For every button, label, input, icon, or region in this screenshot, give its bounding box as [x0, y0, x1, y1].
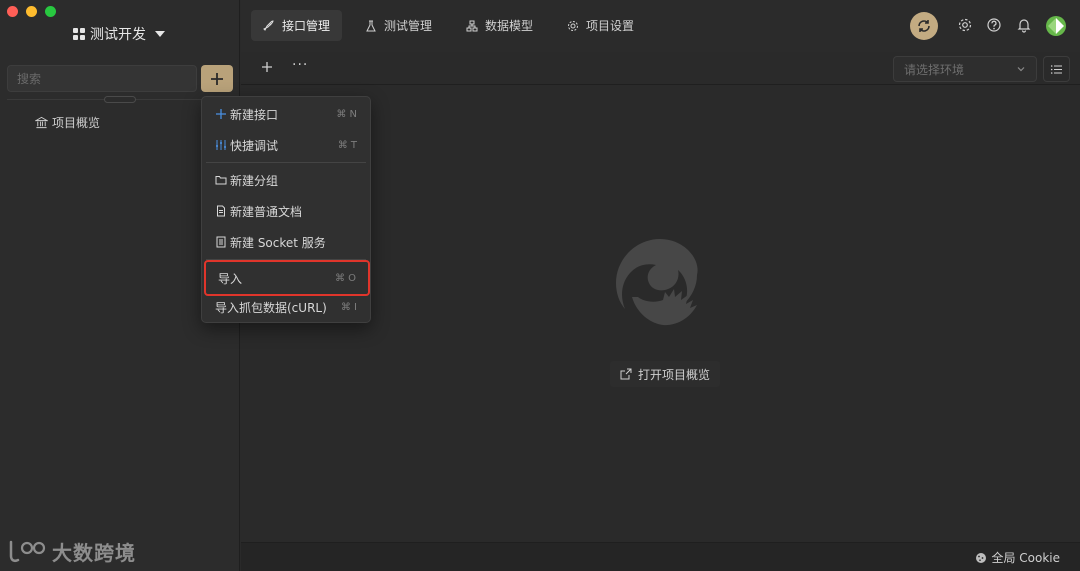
more-options-button[interactable]: ···	[292, 57, 308, 73]
resize-handle[interactable]	[104, 96, 136, 103]
environment-select[interactable]: 请选择环境	[893, 56, 1037, 82]
global-cookie-label: 全局 Cookie	[991, 551, 1060, 565]
minimize-window-button[interactable]	[26, 6, 37, 17]
plus-icon	[211, 72, 223, 85]
menu-item-new-group[interactable]: 新建分组	[206, 166, 366, 194]
tab-data-model[interactable]: 数据模型	[454, 10, 545, 41]
project-name: 测试开发	[90, 27, 146, 43]
menu-item-import[interactable]: 导入 ⌘ O	[204, 260, 370, 296]
app-logo-icon	[616, 239, 698, 326]
menu-item-new-document[interactable]: 新建普通文档	[206, 197, 366, 225]
add-button[interactable]	[201, 65, 233, 92]
shortcut-label: ⌘ N	[336, 108, 357, 120]
bank-icon	[35, 116, 48, 129]
menu-separator	[206, 162, 366, 163]
tab-project-settings[interactable]: 项目设置	[555, 10, 646, 41]
document-icon	[217, 205, 225, 217]
gear-icon	[568, 20, 578, 31]
folder-icon	[215, 176, 227, 185]
plus-icon	[216, 109, 226, 119]
notifications-button[interactable]	[1016, 17, 1032, 33]
menu-item-label: 新建接口	[230, 107, 279, 122]
user-avatar[interactable]	[1046, 16, 1066, 36]
avatar-icon	[1048, 18, 1064, 34]
chevron-down-icon	[1017, 67, 1025, 72]
grid-icon	[73, 28, 85, 40]
menu-item-label: 导入	[218, 271, 243, 286]
menu-item-new-api[interactable]: 新建接口 ⌘ N	[206, 100, 366, 128]
brand-text: 大数跨境	[52, 541, 136, 565]
tab-test-management[interactable]: 测试管理	[353, 10, 444, 41]
environment-select-placeholder: 请选择环境	[904, 62, 965, 77]
shortcut-label: ⌘ I	[340, 301, 357, 313]
tab-label: 项目设置	[586, 19, 635, 33]
menu-item-new-socket-service[interactable]: 新建 Socket 服务	[206, 228, 366, 256]
tree-item-label: 项目概览	[52, 116, 101, 130]
shortcut-label: ⌘ T	[337, 139, 357, 151]
add-context-menu: 新建接口 ⌘ N 快捷调试 ⌘ T 新建分组 新建普通文档 新建 Socket …	[201, 96, 371, 323]
sync-button[interactable]	[910, 12, 938, 40]
shortcut-label: ⌘ O	[334, 272, 356, 284]
open-external-icon	[620, 368, 632, 380]
list-icon	[1050, 64, 1062, 74]
search-input[interactable]	[7, 65, 197, 92]
open-project-overview-label: 打开项目概览	[638, 367, 711, 382]
tab-label: 接口管理	[282, 19, 331, 33]
plus-icon[interactable]	[260, 60, 274, 74]
tab-api-management[interactable]: 接口管理	[251, 10, 343, 41]
help-button[interactable]	[986, 17, 1002, 33]
menu-item-import-curl[interactable]: 导入抓包数据(cURL) ⌘ I	[206, 293, 366, 321]
hierarchy-icon	[466, 20, 478, 31]
rocket-icon	[263, 19, 274, 31]
socket-icon	[216, 236, 226, 248]
help-icon	[987, 18, 1001, 32]
window-controls	[7, 6, 56, 17]
project-switcher[interactable]: 测试开发	[73, 24, 165, 44]
sliders-icon	[216, 140, 226, 150]
settings-button[interactable]	[957, 17, 973, 33]
tab-label: 数据模型	[485, 19, 534, 33]
top-navigation: 接口管理 测试管理 数据模型 项目设置	[241, 0, 1080, 52]
open-project-overview-button[interactable]: 打开项目概览	[610, 361, 721, 387]
tree-item-project-overview[interactable]: 项目概览	[35, 114, 100, 131]
toolbar: ··· 请选择环境	[241, 52, 1080, 85]
tab-label: 测试管理	[384, 19, 433, 33]
status-bar: 全局 Cookie	[241, 542, 1080, 571]
cookie-icon	[976, 552, 987, 563]
menu-item-label: 新建分组	[230, 173, 279, 188]
close-window-button[interactable]	[7, 6, 18, 17]
sync-icon	[918, 20, 930, 32]
gear-icon	[958, 18, 972, 32]
caret-down-icon	[155, 31, 165, 37]
menu-item-label: 导入抓包数据(cURL)	[215, 300, 327, 315]
brand-watermark: 大数跨境	[8, 537, 136, 566]
menu-item-label: 新建普通文档	[230, 204, 303, 219]
menu-item-quick-debug[interactable]: 快捷调试 ⌘ T	[206, 131, 366, 159]
menu-item-label: 新建 Socket 服务	[230, 235, 326, 250]
menu-item-label: 快捷调试	[230, 138, 279, 153]
flask-icon	[366, 20, 376, 31]
brand-logo-icon	[9, 540, 46, 562]
global-cookie-button[interactable]: 全局 Cookie	[975, 549, 1060, 566]
zoom-window-button[interactable]	[45, 6, 56, 17]
list-view-button[interactable]	[1043, 56, 1070, 82]
bell-icon	[1017, 19, 1031, 33]
